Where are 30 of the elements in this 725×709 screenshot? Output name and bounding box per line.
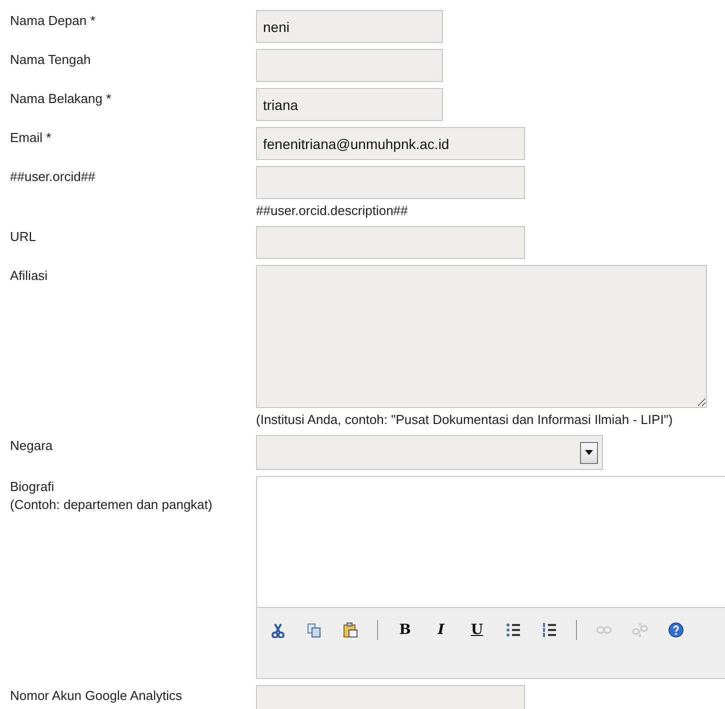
field-label: Biografi — [10, 478, 56, 496]
bulleted-list-icon[interactable] — [504, 621, 522, 639]
field-label: Afiliasi — [10, 267, 49, 285]
field-label: Nomor Akun Google Analytics — [10, 687, 183, 705]
input-field[interactable] — [256, 49, 443, 82]
text-area[interactable] — [256, 265, 707, 408]
italic-button[interactable]: I — [432, 621, 450, 639]
field-note: (Contoh: departemen dan pangkat) — [10, 496, 214, 514]
field-label: Email * — [10, 129, 52, 147]
input-field[interactable] — [256, 685, 525, 709]
input-field[interactable]: triana — [256, 88, 443, 121]
field-label: Nama Belakang * — [10, 90, 112, 108]
underline-button[interactable]: U — [468, 621, 486, 639]
numbered-list-icon[interactable] — [540, 621, 558, 639]
copy-icon[interactable] — [305, 621, 323, 639]
input-field[interactable]: fenenitriana@unmuhpnk.ac.id — [256, 127, 525, 160]
input-field[interactable] — [256, 226, 525, 259]
field-hint: ##user.orcid.description## — [256, 202, 408, 220]
field-label: Nama Tengah — [10, 51, 92, 69]
field-hint: (Institusi Anda, contoh: "Pusat Dokumentasi dan Informasi Ilmiah - LIPI") — [256, 411, 673, 429]
bold-button[interactable]: B — [396, 621, 414, 639]
field-label: URL — [10, 228, 38, 246]
clipboard-icon[interactable] — [341, 621, 359, 639]
field-label: ##user.orcid## — [10, 168, 96, 186]
input-field[interactable]: neni — [256, 10, 443, 43]
help-icon[interactable] — [667, 621, 685, 639]
field-label: Negara — [10, 437, 54, 455]
scissors-icon[interactable] — [269, 621, 287, 639]
field-label: Nama Depan * — [10, 12, 96, 30]
input-field[interactable] — [256, 166, 525, 199]
